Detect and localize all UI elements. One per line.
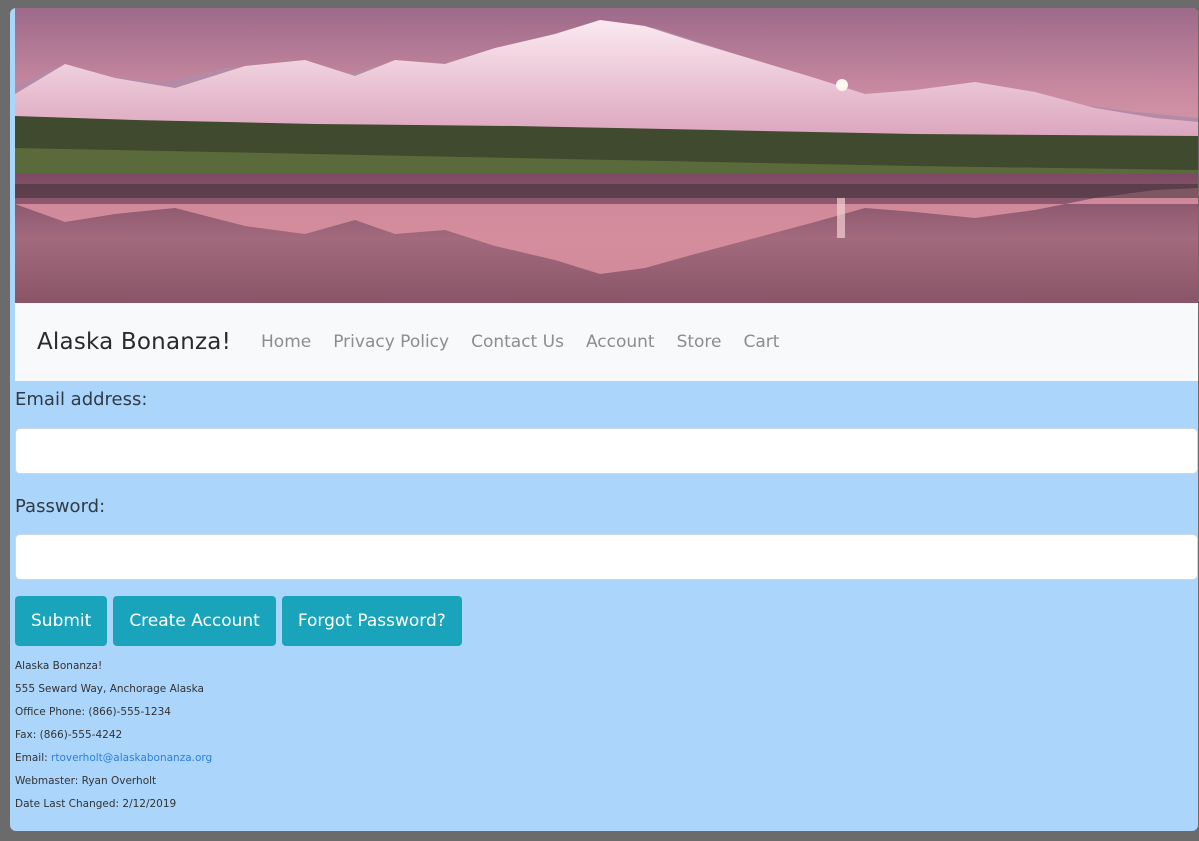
footer-email-label: Email: [15,752,52,764]
nav-link-store[interactable]: Store [677,332,722,352]
create-account-button[interactable]: Create Account [113,596,276,646]
email-input[interactable] [15,428,1198,474]
mountain-lake-illustration [15,8,1198,303]
form-button-row: Submit Create Account Forgot Password? [15,596,462,646]
nav-link-account[interactable]: Account [586,332,655,352]
password-label: Password: [15,496,106,517]
footer-address: 555 Seward Way, Anchorage Alaska [15,683,204,695]
nav-link-cart[interactable]: Cart [744,332,780,352]
footer-fax: Fax: (866)-555-4242 [15,729,123,741]
submit-button[interactable]: Submit [15,596,108,646]
email-label: Email address: [15,389,148,410]
footer: Alaska Bonanza! 555 Seward Way, Anchorag… [15,655,212,816]
footer-company-name: Alaska Bonanza! [15,660,103,672]
footer-email-link[interactable]: rtoverholt@alaskabonanza.org [51,752,212,764]
nav-link-contact-us[interactable]: Contact Us [471,332,564,352]
forgot-password-button[interactable]: Forgot Password? [281,596,462,646]
footer-webmaster: Webmaster: Ryan Overholt [15,775,157,787]
page-frame: Alaska Bonanza! Home Privacy Policy Cont… [10,8,1198,831]
nav-link-privacy-policy[interactable]: Privacy Policy [333,332,449,352]
footer-email: Email: rtoverholt@alaskabonanza.org [15,747,212,770]
moon-icon [836,79,848,91]
footer-last-changed: Date Last Changed: 2/12/2019 [15,798,177,810]
password-input[interactable] [15,534,1198,580]
hero-banner-image [15,8,1198,303]
nav-link-home[interactable]: Home [261,332,311,352]
navbar-brand[interactable]: Alaska Bonanza! [37,329,231,355]
footer-phone: Office Phone: (866)-555-1234 [15,706,171,718]
main-navbar: Alaska Bonanza! Home Privacy Policy Cont… [15,303,1198,381]
